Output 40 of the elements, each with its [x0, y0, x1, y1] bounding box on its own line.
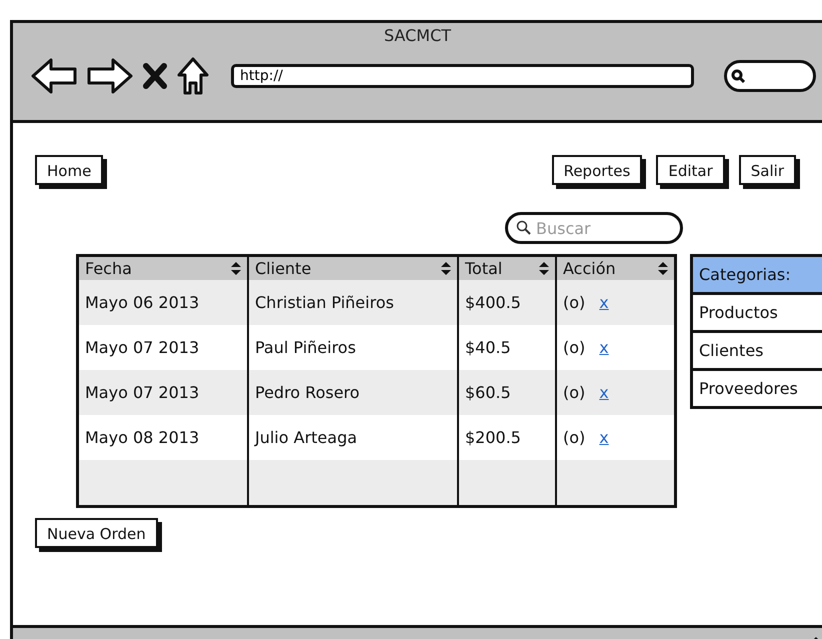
search-icon	[516, 220, 532, 236]
forward-arrow-icon[interactable]	[87, 58, 133, 94]
category-item[interactable]: Proveedores	[693, 371, 822, 406]
column-header-label: Fecha	[85, 259, 132, 278]
column-header-label: Cliente	[255, 259, 312, 278]
view-action[interactable]: (o)	[563, 338, 586, 357]
search-placeholder: Buscar	[536, 218, 591, 238]
back-arrow-icon[interactable]	[31, 58, 77, 94]
table-cell: Christian Piñeiros	[249, 280, 459, 325]
column-header[interactable]: Cliente	[249, 257, 459, 280]
column-header[interactable]: Total	[459, 257, 557, 280]
sort-icon[interactable]	[658, 262, 668, 275]
table-cell: $400.5	[459, 280, 557, 325]
view-action[interactable]: (o)	[563, 383, 586, 402]
table-cell: Mayo 06 2013	[79, 280, 249, 325]
search-icon	[731, 69, 745, 83]
table-cell: Pedro Rosero	[249, 370, 459, 415]
delete-link[interactable]: x	[599, 428, 609, 447]
table-cell: $60.5	[459, 370, 557, 415]
delete-link[interactable]: x	[599, 293, 609, 312]
category-item[interactable]: Clientes	[693, 333, 822, 368]
url-field[interactable]: http://	[231, 64, 694, 88]
category-item[interactable]: Productos	[693, 295, 822, 330]
column-header-label: Total	[465, 259, 502, 278]
window-title: SACMCT	[382, 25, 452, 45]
table-cell: Mayo 07 2013	[79, 370, 249, 415]
sort-icon[interactable]	[441, 262, 451, 275]
column-header[interactable]: Acción	[557, 257, 674, 280]
stop-icon[interactable]	[143, 63, 167, 89]
view-action[interactable]: (o)	[563, 428, 586, 447]
browser-search-field[interactable]	[724, 60, 816, 92]
column-header[interactable]: Fecha	[79, 257, 249, 280]
delete-link[interactable]: x	[599, 383, 609, 402]
sort-icon[interactable]	[231, 262, 241, 275]
delete-link[interactable]: x	[599, 338, 609, 357]
sort-icon[interactable]	[539, 262, 549, 275]
column-header-label: Acción	[563, 259, 616, 278]
view-action[interactable]: (o)	[563, 293, 586, 312]
home-icon[interactable]	[177, 57, 209, 95]
categories-header: Categorias:	[693, 257, 822, 292]
